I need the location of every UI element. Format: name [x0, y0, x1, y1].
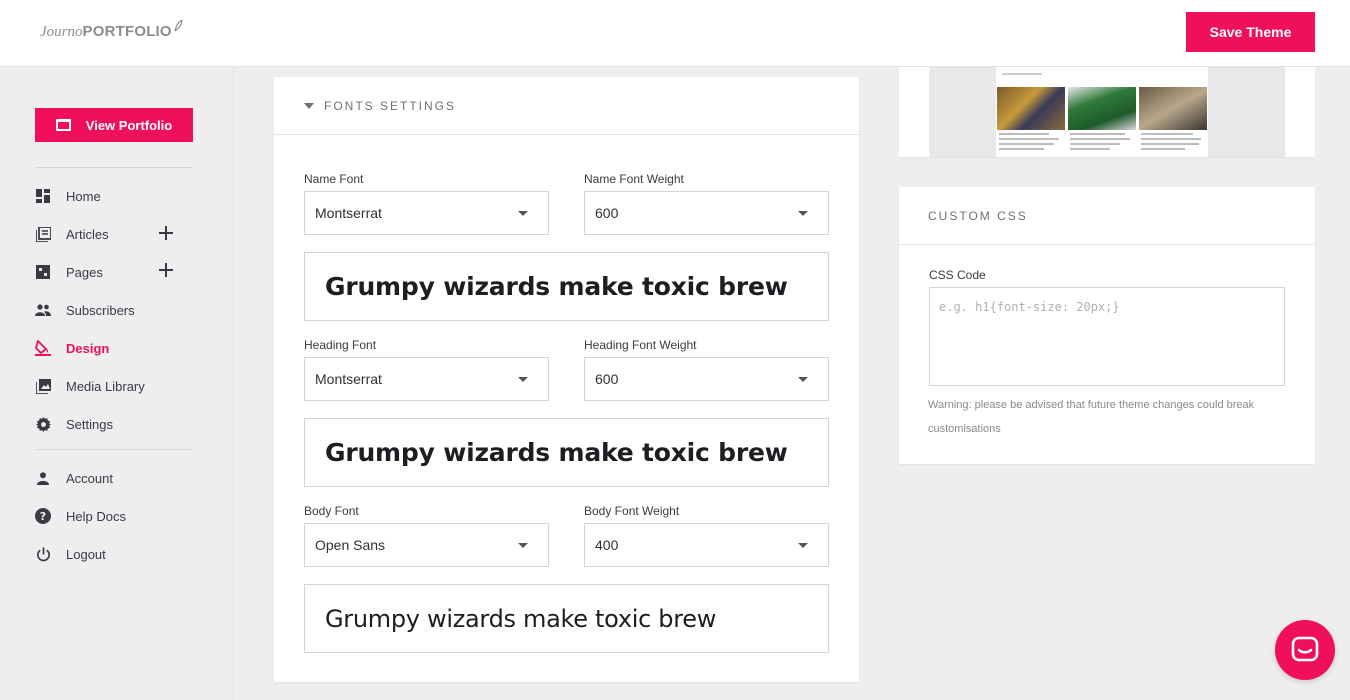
sidebar-item-label: Help Docs	[66, 508, 126, 524]
sidebar-item-label: Pages	[66, 264, 103, 280]
thumbnail-text	[1141, 133, 1209, 153]
fonts-settings-card: FONTS SETTINGS Name Font Name Font Weigh…	[274, 77, 859, 682]
name-font-weight-label: Name Font Weight	[584, 172, 684, 186]
svg-text:?: ?	[40, 510, 46, 523]
caret-down-icon	[304, 102, 314, 109]
css-code-label: CSS Code	[929, 268, 986, 282]
add-page-icon[interactable]	[158, 262, 174, 278]
name-font-weight-value: 600	[595, 205, 619, 221]
heading-font-select[interactable]: Montserrat	[304, 357, 549, 401]
fonts-settings-title: FONTS SETTINGS	[324, 98, 457, 113]
sidebar-divider	[35, 449, 193, 450]
name-font-preview: Grumpy wizards make toxic brew	[304, 252, 829, 321]
dashboard-icon	[35, 188, 51, 204]
heading-font-weight-value: 600	[595, 371, 619, 387]
chat-button[interactable]	[1275, 620, 1335, 680]
css-warning-text: Warning: please be advised that future t…	[928, 399, 1255, 435]
sidebar-divider	[35, 167, 193, 168]
top-bar: Journo PORTFOLIO Save Theme	[0, 0, 1350, 67]
thumbnail-text	[1070, 133, 1138, 153]
sidebar-item-media-library[interactable]: Media Library	[35, 374, 193, 398]
sidebar-item-label: Home	[66, 188, 101, 204]
paint-bucket-icon	[35, 340, 51, 356]
sidebar-item-label: Articles	[66, 226, 109, 242]
logo-text-portfolio: PORTFOLIO	[82, 23, 172, 40]
sidebar-item-label: Logout	[66, 546, 106, 562]
sidebar-item-design[interactable]: Design	[35, 336, 193, 360]
sidebar-item-account[interactable]: Account	[35, 466, 193, 490]
body-font-weight-label: Body Font Weight	[584, 504, 680, 518]
dropdown-arrow-icon	[518, 543, 528, 548]
custom-css-title: CUSTOM CSS	[928, 208, 1028, 223]
sidebar: View Portfolio Home Articles Pages Subsc…	[0, 67, 234, 700]
custom-css-card: CUSTOM CSS CSS Code Warning: please be a…	[899, 187, 1315, 464]
power-icon	[35, 546, 51, 562]
custom-css-header: CUSTOM CSS	[899, 187, 1315, 245]
fonts-settings-header[interactable]: FONTS SETTINGS	[274, 77, 859, 135]
sidebar-item-label: Media Library	[66, 378, 145, 394]
body-font-preview: Grumpy wizards make toxic brew	[304, 584, 829, 653]
person-icon	[35, 470, 51, 486]
heading-font-weight-select[interactable]: 600	[584, 357, 829, 401]
body-font-weight-select[interactable]: 400	[584, 523, 829, 567]
quill-icon	[174, 19, 183, 32]
body-font-select[interactable]: Open Sans	[304, 523, 549, 567]
sidebar-item-settings[interactable]: Settings	[35, 412, 193, 436]
pages-icon	[35, 264, 51, 280]
sidebar-item-label: Settings	[66, 416, 113, 432]
thumbnail-line	[1002, 73, 1042, 75]
thumbnail-text	[999, 133, 1067, 153]
heading-font-preview: Grumpy wizards make toxic brew	[304, 418, 829, 487]
dropdown-arrow-icon	[798, 211, 808, 216]
preview-text: Grumpy wizards make toxic brew	[325, 272, 788, 301]
body-font-weight-value: 400	[595, 537, 619, 553]
heading-font-value: Montserrat	[315, 371, 382, 387]
name-font-weight-select[interactable]: 600	[584, 191, 829, 235]
sidebar-item-label: Subscribers	[66, 302, 135, 318]
name-font-value: Montserrat	[315, 205, 382, 221]
save-theme-button[interactable]: Save Theme	[1186, 12, 1315, 52]
people-icon	[35, 302, 51, 318]
photo-library-icon	[35, 378, 51, 394]
chat-icon	[1291, 636, 1319, 662]
logo-text-journo: Journo	[40, 24, 83, 40]
name-font-select[interactable]: Montserrat	[304, 191, 549, 235]
thumbnail-image	[1139, 87, 1207, 130]
preview-text: Grumpy wizards make toxic brew	[325, 604, 717, 633]
sidebar-item-label: Account	[66, 470, 113, 486]
browser-window-icon	[55, 119, 71, 131]
dropdown-arrow-icon	[518, 211, 528, 216]
body-font-value: Open Sans	[315, 537, 386, 553]
thumbnail-image	[1068, 87, 1136, 130]
body-font-label: Body Font	[304, 504, 359, 518]
preview-text: Grumpy wizards make toxic brew	[325, 438, 788, 467]
sidebar-item-home[interactable]: Home	[35, 184, 193, 208]
sidebar-item-logout[interactable]: Logout	[35, 542, 193, 566]
journo-portfolio-logo[interactable]: Journo PORTFOLIO	[40, 19, 184, 46]
heading-font-weight-label: Heading Font Weight	[584, 338, 697, 352]
view-portfolio-label: View Portfolio	[85, 117, 173, 133]
name-font-label: Name Font	[304, 172, 364, 186]
gear-icon	[35, 416, 51, 432]
dropdown-arrow-icon	[518, 377, 528, 382]
view-portfolio-button[interactable]: View Portfolio	[35, 108, 193, 142]
sidebar-item-help-docs[interactable]: ? Help Docs	[35, 504, 193, 528]
theme-preview-card	[899, 67, 1315, 157]
articles-icon	[35, 226, 51, 242]
css-code-input[interactable]	[929, 287, 1285, 386]
dropdown-arrow-icon	[798, 543, 808, 548]
add-article-icon[interactable]	[158, 225, 174, 241]
sidebar-item-label: Design	[66, 340, 110, 356]
help-icon: ?	[35, 508, 51, 524]
sidebar-item-subscribers[interactable]: Subscribers	[35, 298, 193, 322]
heading-font-label: Heading Font	[304, 338, 377, 352]
dropdown-arrow-icon	[798, 377, 808, 382]
thumbnail-image	[997, 87, 1065, 130]
theme-preview-thumbnail[interactable]	[929, 67, 1285, 157]
